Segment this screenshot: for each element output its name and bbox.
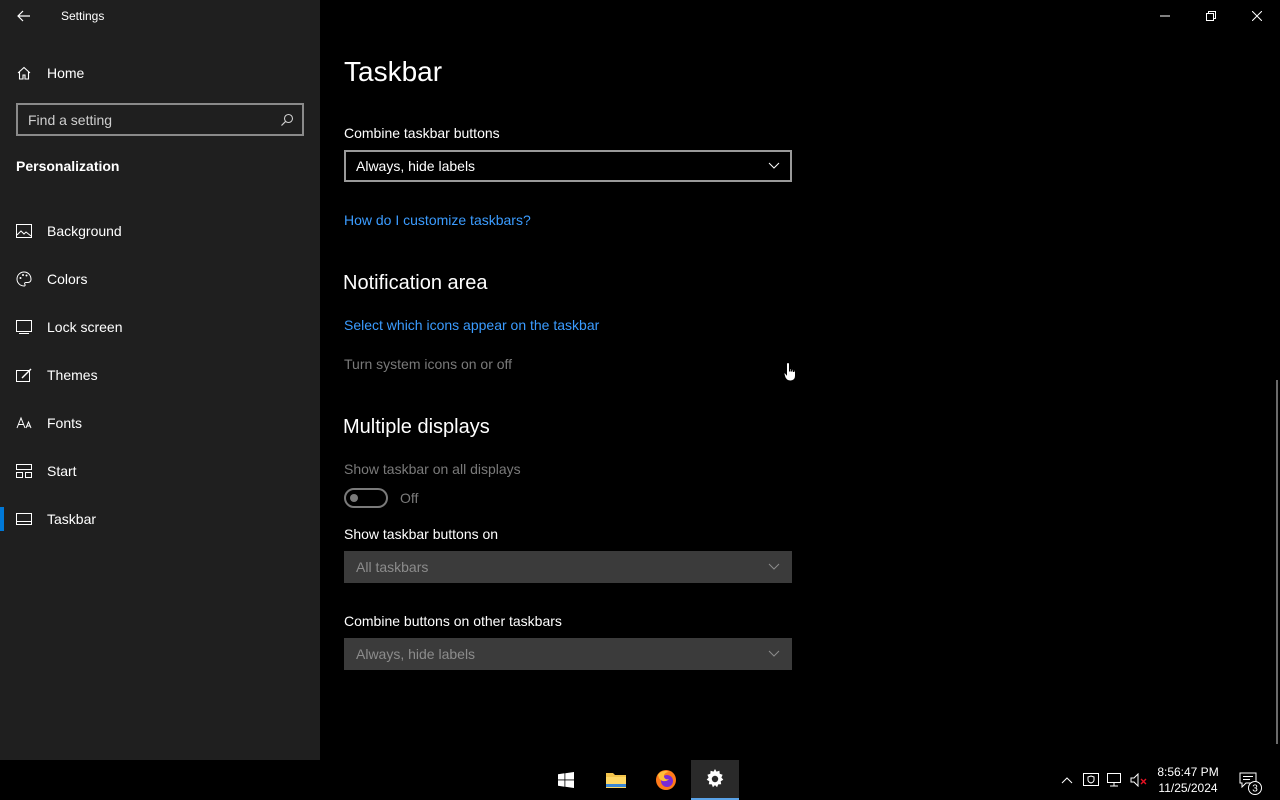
tray-volume-button[interactable]: [1128, 760, 1150, 800]
notification-count-badge: 3: [1248, 781, 1262, 795]
page-title: Taskbar: [344, 56, 443, 87]
sidebar-item-fonts[interactable]: Fonts: [0, 399, 320, 447]
combine-value: Always, hide labels: [356, 158, 476, 174]
show-hidden-icons-button[interactable]: [1058, 760, 1076, 800]
sidebar-item-label: Fonts: [47, 415, 83, 431]
chevron-down-icon: [768, 563, 780, 570]
main-content: Taskbar Combine taskbar buttons Always, …: [320, 0, 1280, 760]
clock[interactable]: 8:56:47 PM 11/25/2024: [1152, 764, 1224, 796]
combine-label: Combine taskbar buttons: [344, 125, 500, 141]
show-all-toggle[interactable]: [344, 488, 388, 508]
sidebar-item-label: Colors: [47, 271, 88, 287]
search-box[interactable]: [16, 103, 304, 136]
combine-other-label: Combine buttons on other taskbars: [344, 613, 562, 629]
sidebar-item-label: Taskbar: [47, 511, 97, 527]
app-title: Settings: [61, 9, 105, 23]
start-button[interactable]: [542, 760, 590, 800]
taskbar-icon: [16, 511, 32, 527]
restore-button[interactable]: [1188, 0, 1234, 32]
multiple-displays-heading: Multiple displays: [343, 416, 490, 438]
select-icons-link[interactable]: Select which icons appear on the taskbar: [344, 317, 599, 333]
chevron-up-icon: [1061, 777, 1073, 784]
folder-icon: [606, 773, 626, 788]
fonts-icon: [16, 415, 32, 431]
home-icon: [17, 66, 31, 80]
file-explorer-button[interactable]: [592, 760, 640, 800]
show-buttons-dropdown[interactable]: All taskbars: [344, 551, 792, 583]
section-title: Personalization: [16, 158, 120, 174]
sidebar: Settings Home Personalization Background…: [0, 0, 320, 760]
tray-network-button[interactable]: [1105, 760, 1125, 800]
show-all-label: Show taskbar on all displays: [344, 461, 521, 477]
security-icon: [1083, 773, 1099, 786]
toggle-knob: [350, 494, 358, 502]
back-button[interactable]: [0, 0, 48, 32]
gear-icon: [706, 769, 724, 788]
settings-taskbar-button[interactable]: [691, 760, 739, 800]
system-icons-link[interactable]: Turn system icons on or off: [344, 356, 512, 372]
sidebar-item-label: Lock screen: [47, 319, 123, 335]
palette-icon: [16, 271, 32, 287]
title-bar: Settings: [0, 0, 320, 32]
notification-heading: Notification area: [343, 272, 488, 294]
back-arrow-icon: [17, 10, 30, 22]
chevron-down-icon: [768, 162, 780, 169]
lock-screen-icon: [16, 319, 32, 335]
sidebar-item-taskbar[interactable]: Taskbar: [0, 495, 320, 543]
clock-time: 8:56:47 PM: [1157, 765, 1219, 779]
firefox-icon: [656, 770, 676, 790]
sidebar-item-colors[interactable]: Colors: [0, 255, 320, 303]
search-icon[interactable]: [280, 113, 294, 127]
taskbar: 8:56:47 PM 11/25/2024: [0, 760, 1280, 800]
network-icon: [1107, 773, 1121, 787]
close-button[interactable]: [1234, 0, 1280, 32]
combine-other-dropdown[interactable]: Always, hide labels: [344, 638, 792, 670]
notification-count: 3: [1252, 784, 1258, 795]
chevron-down-icon: [768, 650, 780, 657]
sidebar-item-label: Themes: [47, 367, 98, 383]
start-icon: [16, 463, 32, 479]
sidebar-item-themes[interactable]: Themes: [0, 351, 320, 399]
clock-date: 11/25/2024: [1158, 781, 1218, 795]
minimize-button[interactable]: [1142, 0, 1188, 32]
scrollbar[interactable]: [1276, 380, 1278, 744]
tray-security-button[interactable]: [1081, 760, 1101, 800]
toggle-state: Off: [400, 490, 419, 506]
sidebar-item-lock-screen[interactable]: Lock screen: [0, 303, 320, 351]
themes-icon: [16, 367, 32, 383]
combine-other-value: Always, hide labels: [356, 646, 476, 662]
window-controls: [1142, 0, 1280, 32]
sidebar-item-start[interactable]: Start: [0, 447, 320, 495]
hand-cursor-icon: [783, 361, 796, 382]
image-icon: [16, 223, 32, 239]
firefox-button[interactable]: [642, 760, 690, 800]
sidebar-item-label: Background: [47, 223, 122, 239]
show-buttons-label: Show taskbar buttons on: [344, 526, 499, 542]
windows-logo-icon: [558, 772, 574, 788]
search-input[interactable]: [28, 111, 280, 128]
sidebar-item-background[interactable]: Background: [0, 207, 320, 255]
combine-dropdown[interactable]: Always, hide labels: [344, 150, 792, 182]
show-all-toggle-row: Off: [344, 488, 418, 508]
home-label: Home: [47, 65, 85, 81]
sidebar-item-label: Start: [47, 463, 77, 479]
restore-icon: [1206, 11, 1216, 21]
sidebar-home[interactable]: Home: [0, 56, 320, 90]
sidebar-nav: Background Colors Lock screen Themes Fon…: [0, 207, 320, 543]
customize-link[interactable]: How do I customize taskbars?: [344, 212, 531, 228]
show-buttons-value: All taskbars: [356, 559, 429, 575]
volume-muted-icon: [1130, 773, 1147, 787]
close-icon: [1252, 11, 1262, 21]
minimize-icon: [1160, 15, 1170, 17]
